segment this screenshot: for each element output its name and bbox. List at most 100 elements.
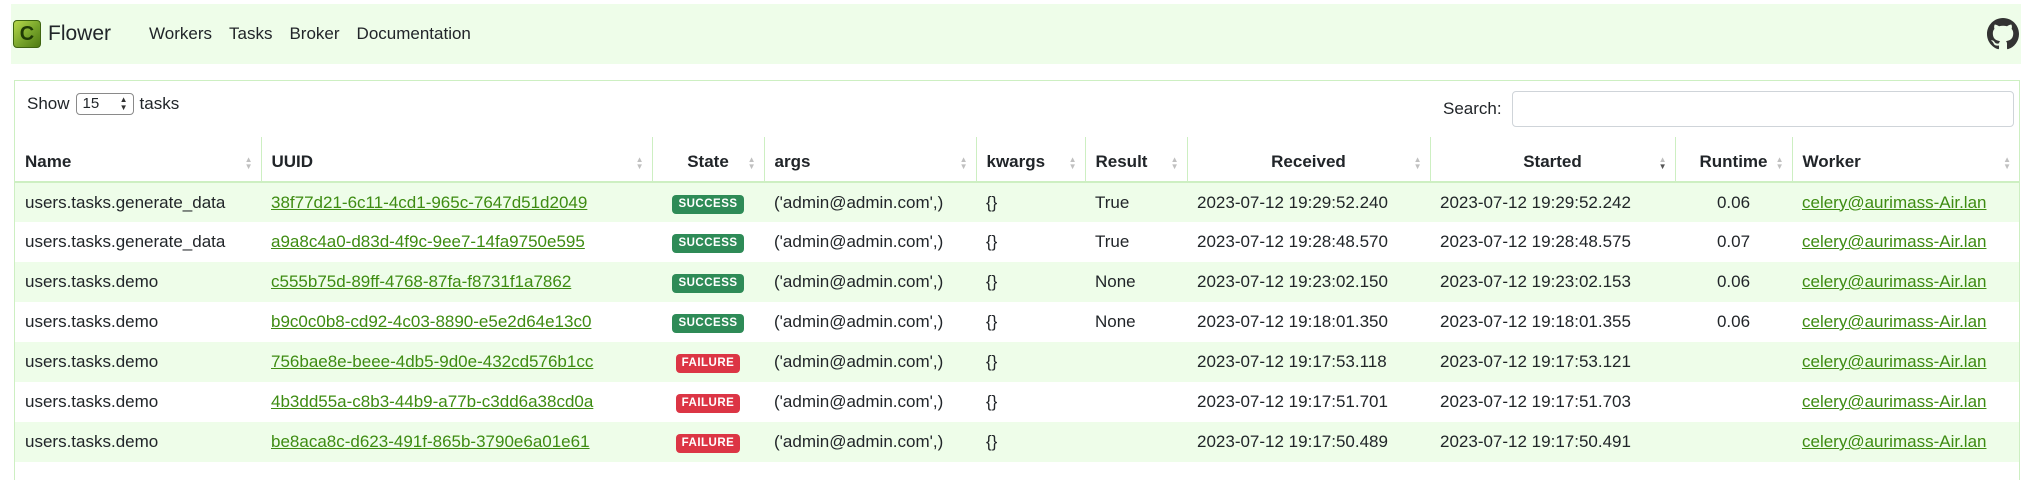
task-uuid-link[interactable]: b9c0c0b8-cd92-4c03-8890-e5e2d64e13c0 [271, 312, 591, 331]
task-args-cell: ('admin@admin.com',) [764, 222, 976, 262]
task-received-cell: 2023-07-12 19:17:50.489 [1187, 422, 1430, 462]
task-uuid-link[interactable]: 756bae8e-beee-4db5-9d0e-432cd576b1cc [271, 352, 593, 371]
column-label: Started [1523, 152, 1582, 171]
worker-link[interactable]: celery@aurimass-Air.lan [1802, 392, 1986, 411]
page-size-select[interactable]: 15 ▲ ▼ [75, 93, 134, 115]
task-args-cell: ('admin@admin.com',) [764, 382, 976, 422]
worker-link[interactable]: celery@aurimass-Air.lan [1802, 312, 1986, 331]
column-header-uuid[interactable]: UUID ▲ ▼ [261, 137, 653, 183]
task-result-cell [1085, 422, 1187, 462]
task-state-cell: SUCCESS [652, 182, 764, 222]
task-received-cell: 2023-07-12 19:28:48.570 [1187, 222, 1430, 262]
task-received-cell: 2023-07-12 19:23:02.150 [1187, 262, 1430, 302]
task-args-cell: ('admin@admin.com',) [764, 342, 976, 382]
nav-workers[interactable]: Workers [149, 24, 212, 44]
worker-link[interactable]: celery@aurimass-Air.lan [1802, 272, 1986, 291]
state-badge: SUCCESS [672, 234, 744, 253]
task-worker-cell: celery@aurimass-Air.lan [1792, 222, 2019, 262]
task-worker-cell: celery@aurimass-Air.lan [1792, 342, 2019, 382]
column-header-received[interactable]: Received ▲ ▼ [1187, 137, 1431, 183]
column-header-worker[interactable]: Worker ▲ ▼ [1792, 137, 2019, 183]
tasks-label: tasks [139, 94, 180, 113]
task-result-cell: None [1085, 262, 1187, 302]
worker-link[interactable]: celery@aurimass-Air.lan [1802, 352, 1986, 371]
brand-link[interactable]: C Flower [13, 20, 111, 48]
table-row[interactable]: users.tasks.demo 4b3dd55a-c8b3-44b9-a77b-… [15, 382, 2019, 422]
column-header-args[interactable]: args ▲ ▼ [764, 137, 977, 183]
column-label: args [774, 152, 811, 171]
worker-link[interactable]: celery@aurimass-Air.lan [1802, 193, 1986, 212]
search-input[interactable] [1511, 91, 2014, 127]
task-uuid-link[interactable]: a9a8c4a0-d83d-4f9c-9ee7-14fa9750e595 [271, 232, 585, 251]
table-row[interactable]: users.tasks.demo be8aca8c-d623-491f-865b-… [15, 422, 2019, 462]
task-worker-cell: celery@aurimass-Air.lan [1792, 382, 2019, 422]
show-label: Show [27, 94, 70, 113]
sort-icon: ▲ ▼ [747, 155, 756, 171]
task-args-cell: ('admin@admin.com',) [764, 182, 976, 222]
task-uuid-link[interactable]: be8aca8c-d623-491f-865b-3790e6a01e61 [271, 432, 590, 451]
task-uuid-cell: 756bae8e-beee-4db5-9d0e-432cd576b1cc [261, 342, 652, 382]
task-name-cell: users.tasks.demo [15, 422, 261, 462]
column-header-result[interactable]: Result ▲ ▼ [1085, 137, 1188, 183]
task-started-cell: 2023-07-12 19:18:01.355 [1430, 302, 1675, 342]
column-label: Result [1095, 152, 1148, 171]
task-worker-cell: celery@aurimass-Air.lan [1792, 182, 2019, 222]
task-started-cell: 2023-07-12 19:29:52.242 [1430, 182, 1675, 222]
task-name-cell: users.tasks.generate_data [15, 182, 261, 222]
task-runtime-cell [1675, 382, 1792, 422]
page-length-control: Show 15 ▲ ▼ tasks [27, 93, 179, 115]
table-row[interactable]: users.tasks.generate_data a9a8c4a0-d83d-4… [15, 222, 2019, 262]
task-started-cell: 2023-07-12 19:28:48.575 [1430, 222, 1675, 262]
task-started-cell: 2023-07-12 19:23:02.153 [1430, 262, 1675, 302]
column-label: State [687, 152, 729, 171]
table-header-row: Name ▲ ▼ UUID ▲ ▼ State ▲ ▼ args ▲ ▼ kwargs ▲ ▼ Re… [15, 137, 2019, 183]
task-runtime-cell [1675, 342, 1792, 382]
github-icon[interactable] [1987, 18, 2019, 50]
column-header-state[interactable]: State ▲ ▼ [652, 137, 765, 183]
column-header-kwargs[interactable]: kwargs ▲ ▼ [976, 137, 1086, 183]
task-received-cell: 2023-07-12 19:17:53.118 [1187, 342, 1430, 382]
column-label: Name [25, 152, 72, 171]
task-uuid-cell: b9c0c0b8-cd92-4c03-8890-e5e2d64e13c0 [261, 302, 652, 342]
sort-descending-icon: ▲ ▼ [1658, 155, 1667, 171]
column-label: Runtime [1699, 152, 1768, 171]
nav-documentation[interactable]: Documentation [357, 24, 471, 44]
task-uuid-link[interactable]: 38f77d21-6c11-4cd1-965c-7647d51d2049 [271, 193, 587, 212]
state-badge: SUCCESS [672, 194, 744, 214]
task-uuid-link[interactable]: 4b3dd55a-c8b3-44b9-a77b-c3dd6a38cd0a [271, 392, 593, 411]
table-row[interactable]: users.tasks.demo 756bae8e-beee-4db5-9d0e-… [15, 342, 2019, 382]
worker-link[interactable]: celery@aurimass-Air.lan [1802, 232, 1986, 251]
nav-broker[interactable]: Broker [289, 24, 339, 44]
nav-tasks[interactable]: Tasks [229, 24, 272, 44]
task-uuid-link[interactable]: c555b75d-89ff-4768-87fa-f8731f1a7862 [271, 272, 571, 291]
task-result-cell: True [1085, 182, 1187, 222]
task-state-cell: SUCCESS [652, 222, 764, 262]
table-row[interactable]: users.tasks.demo b9c0c0b8-cd92-4c03-8890-… [15, 302, 2019, 342]
select-arrows-icon: ▲ ▼ [119, 95, 128, 112]
task-kwargs-cell: {} [976, 262, 1085, 302]
table-row[interactable]: users.tasks.generate_data 38f77d21-6c11-4… [15, 182, 2019, 222]
column-label: Worker [1802, 152, 1861, 171]
task-result-cell: None [1085, 302, 1187, 342]
task-received-cell: 2023-07-12 19:17:51.701 [1187, 382, 1430, 422]
page-size-value: 15 [82, 95, 100, 112]
sort-icon: ▲ ▼ [1170, 155, 1179, 171]
task-worker-cell: celery@aurimass-Air.lan [1792, 262, 2019, 302]
task-started-cell: 2023-07-12 19:17:50.491 [1430, 422, 1675, 462]
column-header-started[interactable]: Started ▲ ▼ [1430, 137, 1676, 183]
column-header-runtime[interactable]: Runtime ▲ ▼ [1675, 137, 1793, 183]
table-row[interactable]: users.tasks.demo c555b75d-89ff-4768-87fa-… [15, 262, 2019, 302]
tasks-panel: Show 15 ▲ ▼ tasks Search: Name ▲ ▼ UUID ▲ ▼ S… [14, 80, 2020, 480]
task-result-cell [1085, 382, 1187, 422]
worker-link[interactable]: celery@aurimass-Air.lan [1802, 432, 1986, 451]
state-badge: FAILURE [675, 394, 741, 413]
task-kwargs-cell: {} [976, 342, 1085, 382]
task-kwargs-cell: {} [976, 382, 1085, 422]
column-header-name[interactable]: Name ▲ ▼ [15, 137, 262, 183]
sort-icon: ▲ ▼ [1413, 155, 1422, 171]
task-kwargs-cell: {} [976, 302, 1085, 342]
state-badge: SUCCESS [672, 314, 744, 333]
task-state-cell: FAILURE [652, 422, 764, 462]
task-state-cell: FAILURE [652, 342, 764, 382]
task-runtime-cell: 0.06 [1675, 262, 1792, 302]
